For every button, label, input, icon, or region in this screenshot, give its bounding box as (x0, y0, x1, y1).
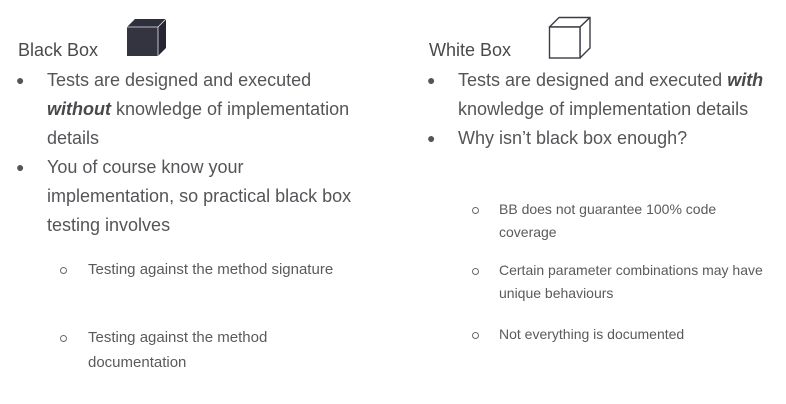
white-box-title: White Box (429, 40, 512, 60)
sub-point-text: Testing against the method signature (88, 261, 334, 278)
sub-list-item: Testing against the method signature (58, 257, 338, 282)
bullet-dot: ● (427, 130, 436, 146)
black-box-header: Black Box (0, 18, 393, 62)
sub-point-text: BB does not guarantee 100% code coverage (499, 201, 717, 240)
sub-bullet-circle (60, 335, 67, 342)
outline-cube-svg (548, 16, 591, 59)
point-text-before: Tests are designed and executed (458, 70, 728, 90)
list-item: ● You of course know your implementation… (16, 153, 367, 240)
filled-cube-icon (126, 18, 168, 63)
list-item: ● Why isn’t black box enough? (427, 124, 778, 153)
sub-bullet-circle (472, 207, 479, 214)
bullet-dot: ● (16, 72, 25, 88)
sub-bullet-circle (472, 332, 479, 339)
white-box-main-list: ● Tests are designed and executed with k… (427, 66, 778, 153)
point-text-before: Tests are designed and executed (47, 70, 312, 90)
point-text: You of course know your implementation, … (47, 157, 352, 235)
black-box-title: Black Box (18, 40, 99, 60)
sub-point-text: Not everything is documented (499, 326, 685, 342)
outline-cube-icon (548, 16, 592, 65)
sub-list-item: BB does not guarantee 100% code coverage (470, 198, 770, 244)
point-emphasis: without (47, 99, 111, 119)
sub-bullet-circle (60, 267, 67, 274)
point-text: Why isn’t black box enough? (458, 128, 688, 148)
point-text-after: knowledge of implementation details (458, 99, 749, 119)
sub-list-item: Testing against the method documentation (58, 325, 338, 375)
black-box-main-list: ● Tests are designed and executed withou… (16, 66, 367, 240)
sub-list-item: Not everything is documented (470, 323, 770, 346)
bullet-dot: ● (427, 72, 436, 88)
sub-bullet-circle (472, 268, 479, 275)
white-box-header: White Box (412, 16, 786, 62)
bullet-dot: ● (16, 159, 25, 175)
sub-list-item: Certain parameter combinations may have … (470, 259, 770, 305)
sub-point-text: Certain parameter combinations may have … (499, 262, 763, 301)
list-item: ● Tests are designed and executed withou… (16, 66, 367, 153)
filled-cube-svg (127, 18, 167, 56)
point-emphasis: with (727, 70, 764, 90)
sub-point-text: Testing against the method documentation (88, 329, 268, 371)
list-item: ● Tests are designed and executed with k… (427, 66, 778, 124)
